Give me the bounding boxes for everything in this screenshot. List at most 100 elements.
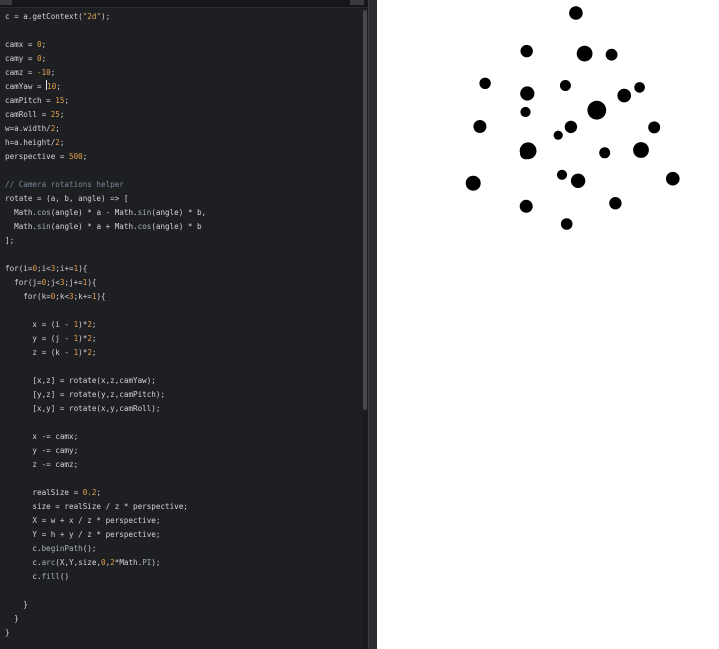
editor-scrollbar-thumb[interactable]: [363, 10, 367, 410]
code-token: ];: [5, 236, 15, 245]
code-line[interactable]: c.fill(): [5, 570, 206, 584]
code-line[interactable]: x = (i - 1)*2;: [5, 318, 206, 332]
code-token: c = a.getContext(: [5, 12, 83, 21]
code-line[interactable]: camz = -10;: [5, 66, 206, 80]
code-line[interactable]: c = a.getContext("2d");: [5, 10, 206, 24]
code-line[interactable]: X = w + x / z * perspective;: [5, 514, 206, 528]
code-line[interactable]: x -= camx;: [5, 430, 206, 444]
code-token: );: [151, 558, 161, 567]
rendered-dot: [648, 121, 661, 134]
code-line[interactable]: for(j=0;j<3;j+=1){: [5, 276, 206, 290]
code-token: Math.: [5, 222, 38, 231]
canvas-scene: [465, 6, 680, 230]
code-line[interactable]: [5, 164, 206, 178]
code-line[interactable]: Math.cos(angle) * a - Math.sin(angle) * …: [5, 206, 206, 220]
pane-splitter[interactable]: [368, 0, 377, 649]
code-token: ;: [96, 488, 102, 497]
code-token: }: [5, 614, 19, 623]
code-line[interactable]: h=a.height/2;: [5, 136, 206, 150]
code-line[interactable]: [5, 304, 206, 318]
code-line[interactable]: y -= camy;: [5, 444, 206, 458]
app-window: c = a.getContext("2d"); camx = 0; camy = …: [0, 0, 719, 649]
code-token: w=a.width/: [5, 124, 51, 133]
code-line[interactable]: [5, 584, 206, 598]
rendered-dot: [591, 107, 602, 118]
code-token: ;: [91, 320, 97, 329]
code-token: [x,z] = rotate(x,z,camYaw);: [5, 376, 156, 385]
code-line[interactable]: camYaw = 10;: [5, 80, 206, 94]
code-line[interactable]: z -= camz;: [5, 458, 206, 472]
code-line[interactable]: [5, 416, 206, 430]
code-line[interactable]: [5, 248, 206, 262]
code-line[interactable]: }: [5, 626, 206, 640]
code-editor[interactable]: c = a.getContext("2d"); camx = 0; camy = …: [0, 0, 368, 649]
code-token: ){: [87, 278, 97, 287]
code-token: ;: [91, 334, 97, 343]
code-line[interactable]: realSize = 0.2;: [5, 486, 206, 500]
rendered-dot: [564, 120, 578, 134]
code-line[interactable]: // Camera rotations helper: [5, 178, 206, 192]
code-line[interactable]: Math.sin(angle) * a + Math.cos(angle) * …: [5, 220, 206, 234]
code-line[interactable]: Y = h + y / z * perspective;: [5, 528, 206, 542]
code-line[interactable]: y = (j - 1)*2;: [5, 332, 206, 346]
code-line[interactable]: camx = 0;: [5, 38, 206, 52]
code-line[interactable]: }: [5, 612, 206, 626]
code-token: (X,Y,size,: [55, 558, 102, 567]
code-line[interactable]: camy = 0;: [5, 52, 206, 66]
code-token: camYaw =: [5, 82, 47, 91]
code-line[interactable]: z = (k - 1)*2;: [5, 346, 206, 360]
editor-topbar-button[interactable]: [350, 0, 364, 5]
code-token: realSize =: [5, 488, 83, 497]
rendered-dot: [556, 169, 568, 180]
code-line[interactable]: [x,z] = rotate(x,z,camYaw);: [5, 374, 206, 388]
code-line[interactable]: w=a.width/2;: [5, 122, 206, 136]
code-token: rotate = (a, b, angle) => [: [5, 194, 129, 203]
code-token: ;: [91, 348, 97, 357]
code-token: 0.2: [82, 488, 97, 497]
code-token: ;k+=: [73, 292, 92, 301]
code-text[interactable]: c = a.getContext("2d"); camx = 0; camy = …: [5, 10, 206, 640]
code-line[interactable]: [5, 360, 206, 374]
code-line[interactable]: rotate = (a, b, angle) => [: [5, 192, 206, 206]
code-token: cos: [37, 208, 51, 217]
code-token: 10: [47, 82, 57, 91]
code-line[interactable]: }: [5, 598, 206, 612]
code-token: [y,z] = rotate(y,z,camPitch);: [5, 390, 166, 399]
rendered-dot: [520, 44, 533, 58]
editor-tab[interactable]: [0, 0, 12, 5]
code-token: ;: [50, 68, 56, 77]
code-line[interactable]: size = realSize / z * perspective;: [5, 500, 206, 514]
code-token: ;: [55, 124, 60, 133]
rendered-dot: [559, 80, 571, 91]
code-token: c.: [5, 572, 42, 581]
code-line[interactable]: for(i=0;i<3;i+=1){: [5, 262, 206, 276]
rendered-dot: [465, 175, 481, 191]
code-token: )*: [78, 348, 88, 357]
code-token: ;k<: [55, 292, 70, 301]
code-token: 25: [50, 110, 60, 119]
code-token: 500: [69, 152, 83, 161]
rendered-dot: [473, 120, 487, 133]
rendered-dot: [605, 48, 618, 61]
code-line[interactable]: [5, 24, 206, 38]
code-line[interactable]: camRoll = 25;: [5, 108, 206, 122]
rendered-dot: [609, 197, 622, 210]
code-token: ;: [64, 96, 70, 105]
code-token: )*: [78, 334, 88, 343]
code-token: camz =: [5, 68, 38, 77]
rendered-dot: [570, 173, 586, 188]
code-line[interactable]: perspective = 500;: [5, 150, 206, 164]
code-token: ;: [56, 82, 61, 91]
code-line[interactable]: for(k=0;k<3;k+=1){: [5, 290, 206, 304]
code-line[interactable]: camPitch = 15;: [5, 94, 206, 108]
code-token: Math.: [5, 208, 38, 217]
code-token: ;i<: [37, 264, 51, 273]
code-token: ;: [41, 40, 47, 49]
code-token: ;: [41, 54, 47, 63]
code-line[interactable]: c.beginPath();: [5, 542, 206, 556]
code-line[interactable]: [5, 472, 206, 486]
code-line[interactable]: [y,z] = rotate(y,z,camPitch);: [5, 388, 206, 402]
code-line[interactable]: ];: [5, 234, 206, 248]
code-line[interactable]: [x,y] = rotate(x,y,camRoll);: [5, 402, 206, 416]
code-line[interactable]: c.arc(X,Y,size,0,2*Math.PI);: [5, 556, 206, 570]
